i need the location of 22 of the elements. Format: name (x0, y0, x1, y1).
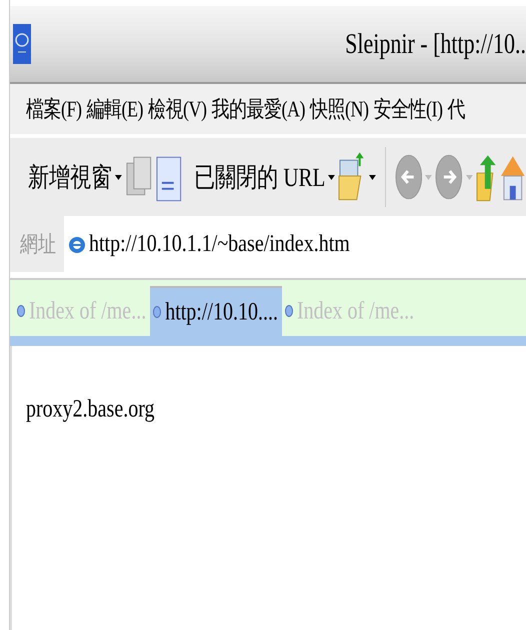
menu-item[interactable]: 我的最愛(A) (209, 94, 307, 124)
menu-item[interactable]: 編輯(E) (84, 94, 145, 124)
menu-item[interactable]: 檢視(V) (146, 94, 208, 124)
address-field[interactable]: http://10.10.1.1/~base/index.htm (89, 230, 526, 258)
app-icon (13, 24, 31, 64)
browser-tab[interactable]: http://10.10.... (150, 286, 282, 336)
bullet-icon (284, 304, 293, 318)
address-field[interactable]: http://10.10.1.1/~base/index.htm (64, 216, 526, 272)
bullet-icon (153, 305, 162, 319)
caret-icon[interactable] (368, 174, 376, 180)
caret-icon[interactable] (115, 174, 122, 180)
page-text: proxy2.base.org (26, 395, 154, 424)
menu-item[interactable]: 檔案(F) (24, 94, 84, 124)
menu-item[interactable]: 代 (445, 94, 467, 124)
caret-icon[interactable] (328, 174, 336, 180)
closed-url-button[interactable]: 已關閉的 URL (194, 160, 326, 194)
new-window-button[interactable]: 新增視窗 (28, 160, 112, 194)
window-title: Sleipnir - [http://10.. (345, 27, 526, 61)
address-label: 網址 (20, 230, 56, 258)
bullet-icon (17, 304, 25, 318)
menu-item[interactable]: 安全性(I) (371, 94, 444, 124)
menu-item[interactable]: 快照(N) (308, 94, 370, 124)
